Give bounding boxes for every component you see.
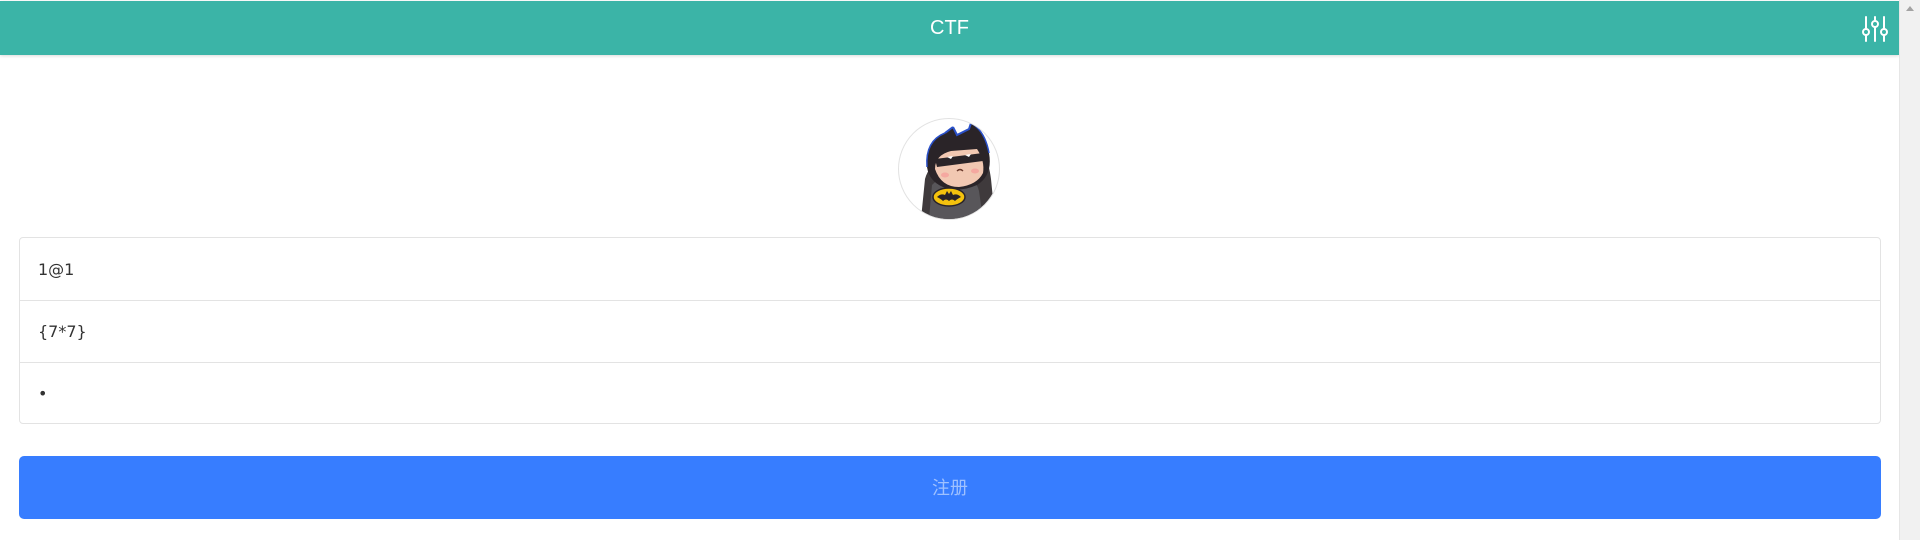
email-field-row bbox=[20, 238, 1880, 300]
page: CTF 1@1 {7*7} 注册 bbox=[0, 0, 1899, 540]
register-button[interactable]: 注册 bbox=[19, 456, 1881, 519]
batman-avatar-icon bbox=[921, 122, 995, 219]
username-field[interactable] bbox=[20, 301, 1880, 362]
sliders-icon bbox=[1862, 16, 1888, 42]
avatar bbox=[898, 118, 1000, 220]
password-field[interactable] bbox=[20, 363, 1880, 423]
page-title: CTF bbox=[930, 17, 969, 39]
top-bar: CTF bbox=[0, 1, 1899, 55]
register-form bbox=[19, 237, 1881, 424]
email-field[interactable] bbox=[20, 238, 1880, 300]
scroll-up-arrow-icon[interactable] bbox=[1906, 6, 1914, 11]
settings-button[interactable] bbox=[1862, 15, 1888, 43]
username-field-row bbox=[20, 300, 1880, 362]
vertical-scrollbar[interactable] bbox=[1899, 0, 1920, 540]
password-field-row bbox=[20, 362, 1880, 423]
